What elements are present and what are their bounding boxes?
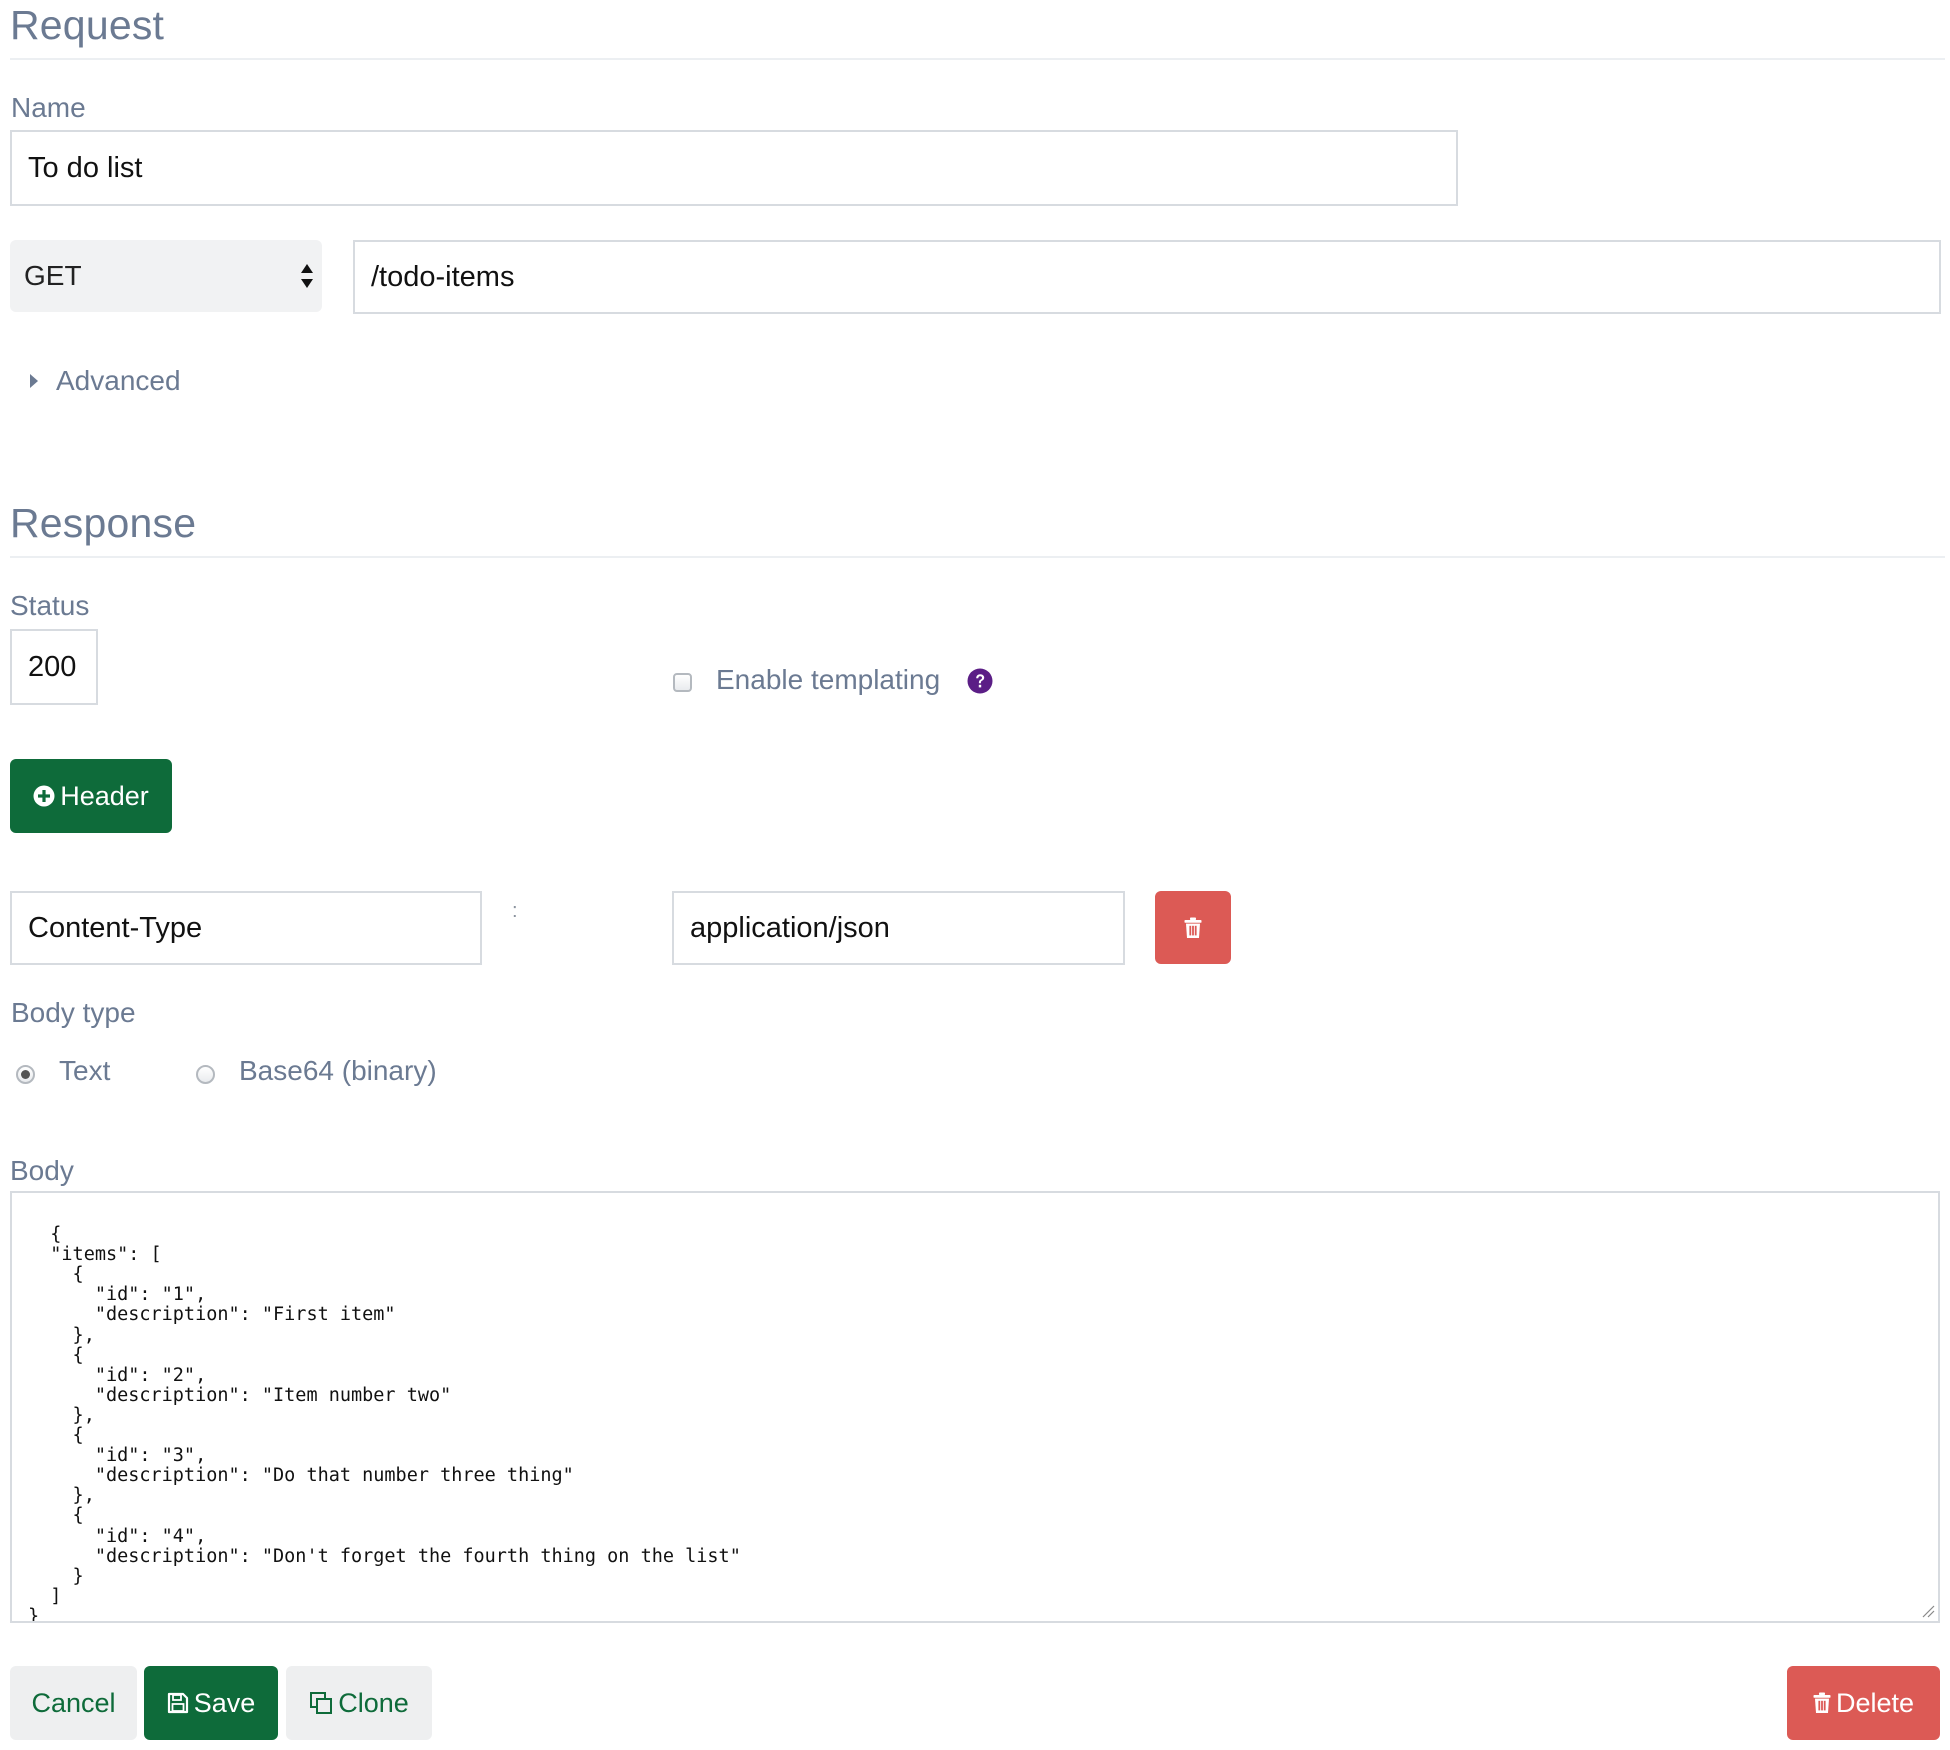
body-type-base64-label[interactable]: Base64 (binary): [239, 1055, 437, 1087]
response-divider: [10, 556, 1945, 558]
status-input[interactable]: 200: [10, 629, 98, 705]
trash-icon: [1184, 917, 1202, 938]
status-label: Status: [10, 590, 90, 621]
body-label: Body: [10, 1155, 74, 1186]
body-type-base64-radio[interactable]: [196, 1065, 215, 1084]
trash-icon: [1813, 1692, 1831, 1713]
cancel-label: Cancel: [31, 1687, 116, 1718]
question-circle-icon[interactable]: [967, 668, 993, 694]
header-separator: :: [512, 900, 518, 922]
resize-handle-icon[interactable]: [1921, 1604, 1935, 1618]
templating-label[interactable]: Enable templating: [716, 664, 940, 696]
floppy-disk-icon: [167, 1692, 188, 1714]
body-text: { "items": [ { "id": "1", "description":…: [28, 1224, 741, 1623]
status-input-value: 200: [28, 650, 77, 683]
name-input-value: To do list: [28, 151, 143, 184]
radio-selected-dot: [21, 1070, 30, 1079]
header-name-value: Content-Type: [28, 911, 203, 944]
clone-label: Clone: [338, 1687, 409, 1718]
save-label: Save: [193, 1687, 256, 1718]
header-value-input[interactable]: application/json: [672, 891, 1125, 965]
request-divider: [10, 58, 1945, 60]
delete-button[interactable]: Delete: [1787, 1666, 1940, 1740]
delete-label: Delete: [1835, 1687, 1915, 1718]
templating-checkbox[interactable]: [673, 673, 692, 692]
name-input[interactable]: To do list: [10, 130, 1458, 206]
body-type-text-label[interactable]: Text: [59, 1055, 110, 1087]
body-type-text-radio[interactable]: [16, 1065, 35, 1084]
remove-header-button[interactable]: [1155, 891, 1231, 964]
method-select-value: GET: [24, 260, 82, 291]
plus-circle-icon: [33, 785, 55, 807]
path-input-value: /todo-items: [371, 260, 515, 293]
header-name-input[interactable]: Content-Type: [10, 891, 482, 965]
name-label: Name: [11, 92, 86, 123]
up-down-arrows-icon: [301, 264, 313, 288]
response-heading: Response: [10, 500, 197, 546]
clone-button[interactable]: Clone: [286, 1666, 432, 1740]
advanced-toggle[interactable]: Advanced: [28, 362, 181, 400]
path-input[interactable]: /todo-items: [353, 240, 1941, 314]
copy-icon: [310, 1692, 333, 1714]
method-select[interactable]: GET: [10, 240, 322, 312]
add-header-button[interactable]: Header: [10, 759, 172, 833]
body-type-label: Body type: [11, 997, 136, 1028]
advanced-label: Advanced: [56, 365, 181, 396]
body-textarea[interactable]: { "items": [ { "id": "1", "description":…: [10, 1191, 1940, 1623]
request-heading: Request: [10, 2, 165, 48]
caret-right-icon: [30, 374, 38, 388]
header-value-value: application/json: [690, 911, 890, 944]
add-header-label: Header: [60, 780, 149, 811]
cancel-button[interactable]: Cancel: [10, 1666, 137, 1740]
save-button[interactable]: Save: [144, 1666, 278, 1740]
